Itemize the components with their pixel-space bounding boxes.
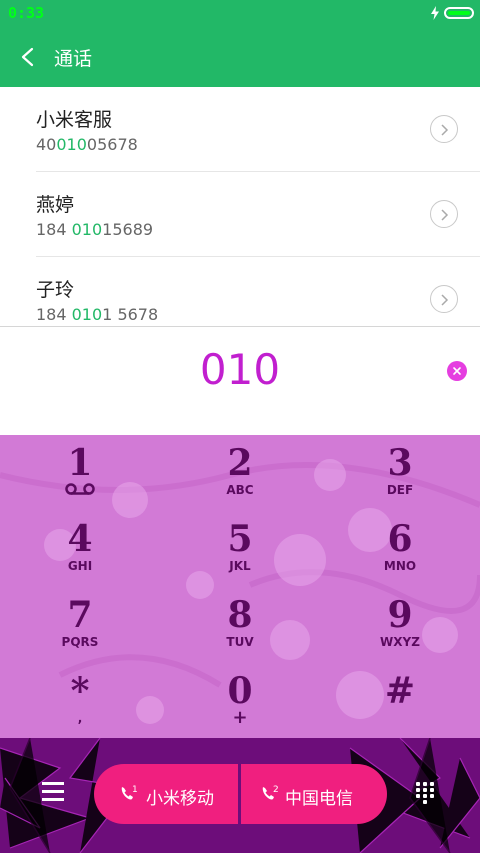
contact-number: 184 0101 5678 bbox=[36, 305, 159, 324]
svg-text:2: 2 bbox=[273, 785, 279, 795]
voicemail-icon bbox=[65, 483, 95, 495]
key-star[interactable]: * , bbox=[20, 663, 140, 738]
status-time: 0:33 bbox=[8, 4, 45, 22]
contact-name: 小米客服 bbox=[36, 109, 113, 131]
contact-detail-button[interactable] bbox=[430, 200, 458, 228]
key-0[interactable]: 0 + bbox=[180, 663, 300, 738]
contact-row[interactable]: 小米客服 4001005678 bbox=[0, 87, 480, 172]
contact-row[interactable]: 燕婷 184 01015689 bbox=[0, 172, 480, 257]
back-arrow-icon[interactable] bbox=[18, 46, 38, 68]
chevron-right-icon bbox=[441, 124, 449, 136]
charging-icon bbox=[431, 6, 439, 20]
chevron-right-icon bbox=[441, 209, 449, 221]
contact-suggestion-list: 小米客服 4001005678 燕婷 184 01015689 子玲 184 0… bbox=[0, 87, 480, 327]
key-5[interactable]: 5 JKL bbox=[180, 511, 300, 587]
contact-number: 184 01015689 bbox=[36, 220, 154, 239]
chevron-right-icon bbox=[441, 294, 449, 306]
phone-sim1-icon: 1 bbox=[121, 785, 138, 800]
key-3[interactable]: 3 DEF bbox=[340, 435, 460, 511]
call-action-bar: 1 小米移动 2 中国电信 bbox=[0, 738, 480, 853]
sim2-label: 中国电信 bbox=[285, 789, 353, 809]
clear-input-button[interactable] bbox=[447, 361, 467, 381]
key-hash[interactable]: # bbox=[340, 663, 460, 738]
key-4[interactable]: 4 GHI bbox=[20, 511, 140, 587]
contact-detail-button[interactable] bbox=[430, 285, 458, 313]
dial-keypad: 1 2 ABC 3 DEF 4 GHI 5 JKL 6 MNO 7 PQRS 8… bbox=[0, 435, 480, 738]
call-sim2-button[interactable]: 2 中国电信 bbox=[241, 764, 387, 824]
status-bar: 0:33 bbox=[0, 0, 480, 28]
key-1[interactable]: 1 bbox=[20, 435, 140, 511]
dialed-number[interactable]: 010 bbox=[0, 345, 480, 394]
key-9[interactable]: 9 WXYZ bbox=[340, 587, 460, 663]
page-title: 通话 bbox=[54, 48, 93, 70]
dial-input-area: 010 bbox=[0, 326, 480, 435]
battery-icon bbox=[444, 7, 474, 19]
title-bar: 通话 bbox=[0, 28, 480, 87]
close-icon bbox=[453, 367, 461, 375]
key-8[interactable]: 8 TUV bbox=[180, 587, 300, 663]
contact-name: 子玲 bbox=[36, 279, 75, 301]
call-sim1-button[interactable]: 1 小米移动 bbox=[94, 764, 238, 824]
svg-text:1: 1 bbox=[132, 785, 138, 795]
contact-detail-button[interactable] bbox=[430, 115, 458, 143]
key-6[interactable]: 6 MNO bbox=[340, 511, 460, 587]
key-7[interactable]: 7 PQRS bbox=[20, 587, 140, 663]
contact-row[interactable]: 子玲 184 0101 5678 bbox=[0, 257, 480, 327]
menu-icon[interactable] bbox=[42, 782, 64, 802]
sim1-label: 小米移动 bbox=[146, 789, 214, 809]
textured-background bbox=[0, 738, 480, 853]
contact-name: 燕婷 bbox=[36, 194, 75, 216]
contact-number: 4001005678 bbox=[36, 135, 138, 154]
dialpad-toggle-icon[interactable] bbox=[416, 782, 436, 806]
key-2[interactable]: 2 ABC bbox=[180, 435, 300, 511]
phone-sim2-icon: 2 bbox=[262, 785, 279, 800]
